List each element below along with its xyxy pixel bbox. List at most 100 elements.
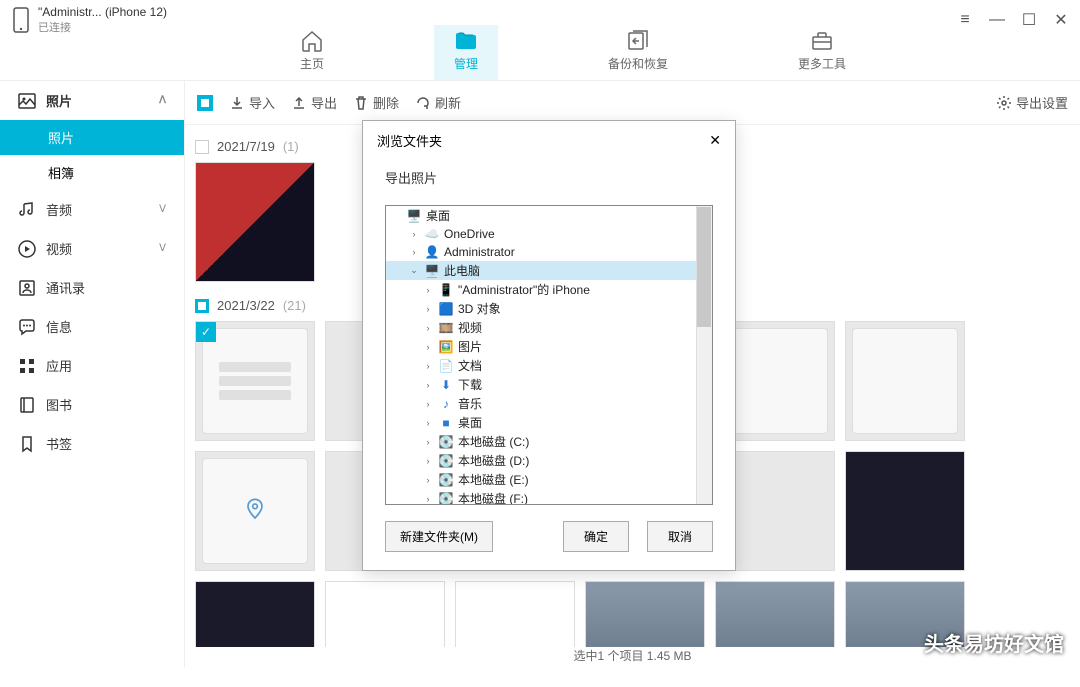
cancel-button[interactable]: 取消: [647, 521, 713, 552]
dialog-title: 浏览文件夹: [377, 131, 442, 150]
nav-tools-label: 更多工具: [798, 55, 846, 72]
watermark-text: 头条易坊好文馆: [924, 628, 1064, 657]
new-folder-button[interactable]: 新建文件夹(M): [385, 521, 493, 552]
nav-manage[interactable]: 管理: [434, 25, 498, 80]
user-icon: 👤: [424, 244, 440, 260]
book-icon: [18, 396, 36, 414]
import-icon: [229, 95, 245, 111]
sidebar-label: 音频: [46, 200, 72, 219]
sidebar-label: 书签: [46, 434, 72, 453]
toolbar-label: 刷新: [435, 93, 461, 112]
sidebar-item-bookmarks[interactable]: 书签: [0, 424, 184, 463]
photo-thumbnail[interactable]: [845, 451, 965, 571]
sidebar-sub-albums[interactable]: 相簿: [0, 155, 184, 190]
nav-manage-label: 管理: [454, 55, 478, 72]
scrollbar-track[interactable]: [696, 206, 712, 504]
dialog-close-button[interactable]: ✕: [709, 132, 721, 149]
photo-thumbnail[interactable]: [195, 162, 315, 282]
date-count: (21): [283, 298, 306, 313]
import-button[interactable]: 导入: [229, 93, 275, 112]
tree-node-diske[interactable]: ›💽本地磁盘 (E:): [386, 470, 712, 489]
toolbar: 导入 导出 删除 刷新 导出设置: [185, 81, 1080, 125]
download-folder-icon: ⬇: [438, 377, 454, 393]
toolbar-label: 删除: [373, 93, 399, 112]
sidebar-item-messages[interactable]: 信息: [0, 307, 184, 346]
photo-thumbnail[interactable]: [325, 581, 445, 647]
video-folder-icon: 🎞️: [438, 320, 454, 336]
tree-node-pictures[interactable]: ›🖼️图片: [386, 337, 712, 356]
trash-icon: [353, 95, 369, 111]
chevron-down-icon: ᐯ: [159, 204, 166, 215]
tree-node-documents[interactable]: ›📄文档: [386, 356, 712, 375]
sidebar-item-contacts[interactable]: 通讯录: [0, 268, 184, 307]
tree-node-desktop[interactable]: 🖥️桌面: [386, 206, 712, 225]
device-info[interactable]: "Administr... (iPhone 12) 已连接: [12, 5, 167, 35]
photo-thumbnail[interactable]: [195, 581, 315, 647]
date-count: (1): [283, 139, 299, 154]
sidebar-item-audio[interactable]: 音频 ᐯ: [0, 190, 184, 229]
date-label: 2021/7/19: [217, 139, 275, 154]
nav-backup[interactable]: 备份和恢复: [588, 25, 688, 80]
sidebar-label: 应用: [46, 356, 72, 375]
sidebar-item-video[interactable]: 视频 ᐯ: [0, 229, 184, 268]
desktop-icon: 🖥️: [406, 208, 422, 224]
photo-thumbnail[interactable]: [585, 581, 705, 647]
photo-thumbnail[interactable]: ✓: [195, 321, 315, 441]
message-icon: [18, 318, 36, 336]
export-button[interactable]: 导出: [291, 93, 337, 112]
close-button[interactable]: ✕: [1054, 13, 1068, 27]
tree-node-desktop2[interactable]: ›■桌面: [386, 413, 712, 432]
tree-node-thispc[interactable]: ⌄🖥️此电脑: [386, 261, 712, 280]
sidebar-sub-photos[interactable]: 照片: [0, 120, 184, 155]
tree-node-videos[interactable]: ›🎞️视频: [386, 318, 712, 337]
export-settings-button[interactable]: 导出设置: [996, 93, 1068, 112]
dialog-titlebar: 浏览文件夹 ✕: [363, 121, 735, 160]
nav-tools[interactable]: 更多工具: [778, 25, 866, 80]
sidebar-item-apps[interactable]: 应用: [0, 346, 184, 385]
tree-node-diskf[interactable]: ›💽本地磁盘 (F:): [386, 489, 712, 505]
device-status: 已连接: [38, 19, 167, 35]
nav-backup-label: 备份和恢复: [608, 55, 668, 72]
delete-button[interactable]: 删除: [353, 93, 399, 112]
select-all-toggle[interactable]: [197, 95, 213, 111]
tree-node-music[interactable]: ›♪音乐: [386, 394, 712, 413]
nav-home[interactable]: 主页: [280, 25, 344, 80]
folder-icon: [454, 29, 478, 53]
cloud-icon: ☁️: [424, 226, 440, 242]
cube-icon: 🟦: [438, 301, 454, 317]
date-checkbox-checked[interactable]: [195, 299, 209, 313]
phone-icon: [12, 7, 30, 33]
tree-node-3d[interactable]: ›🟦3D 对象: [386, 299, 712, 318]
date-checkbox[interactable]: [195, 140, 209, 154]
sidebar-item-photos[interactable]: 照片 ᐱ: [0, 81, 184, 120]
maximize-button[interactable]: ☐: [1022, 13, 1036, 27]
disk-icon: 💽: [438, 453, 454, 469]
minimize-button[interactable]: —: [990, 13, 1004, 27]
tree-node-diskd[interactable]: ›💽本地磁盘 (D:): [386, 451, 712, 470]
tree-node-onedrive[interactable]: ›☁️OneDrive: [386, 225, 712, 243]
refresh-button[interactable]: 刷新: [415, 93, 461, 112]
tree-node-downloads[interactable]: ›⬇下载: [386, 375, 712, 394]
menu-icon[interactable]: ≡: [958, 13, 972, 27]
phone-icon: 📱: [438, 282, 454, 298]
scrollbar-thumb[interactable]: [697, 207, 711, 327]
apps-icon: [18, 357, 36, 375]
tree-node-iphone[interactable]: ›📱"Administrator"的 iPhone: [386, 280, 712, 299]
tree-node-diskc[interactable]: ›💽本地磁盘 (C:): [386, 432, 712, 451]
disk-icon: 💽: [438, 434, 454, 450]
ok-button[interactable]: 确定: [563, 521, 629, 552]
tree-node-admin[interactable]: ›👤Administrator: [386, 243, 712, 261]
sidebar: 照片 ᐱ 照片 相簿 音频 ᐯ 视频 ᐯ 通讯录 信息 应用 图书: [0, 81, 185, 667]
sidebar-item-books[interactable]: 图书: [0, 385, 184, 424]
photo-thumbnail[interactable]: [455, 581, 575, 647]
backup-icon: [626, 29, 650, 53]
sidebar-label: 信息: [46, 317, 72, 336]
folder-tree[interactable]: 🖥️桌面 ›☁️OneDrive ›👤Administrator ⌄🖥️此电脑 …: [385, 205, 713, 505]
photo-thumbnail[interactable]: [195, 451, 315, 571]
music-icon: [18, 201, 36, 219]
date-label: 2021/3/22: [217, 298, 275, 313]
photo-thumbnail[interactable]: [845, 321, 965, 441]
window-controls: ≡ — ☐ ✕: [958, 13, 1068, 27]
contact-icon: [18, 279, 36, 297]
photo-thumbnail[interactable]: [715, 581, 835, 647]
